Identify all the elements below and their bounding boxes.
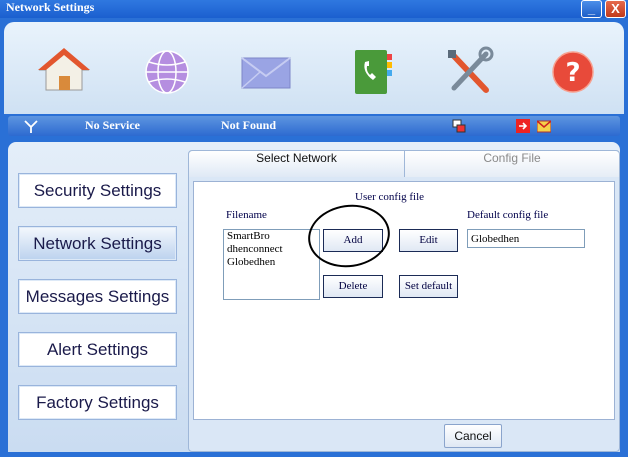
- sidebar-item-network[interactable]: Network Settings: [18, 226, 177, 261]
- set-default-button[interactable]: Set default: [399, 275, 458, 298]
- sidebar-item-messages[interactable]: Messages Settings: [18, 279, 177, 314]
- sidebar-item-security[interactable]: Security Settings: [18, 173, 177, 208]
- default-config-field[interactable]: Globedhen: [467, 229, 585, 248]
- config-file-list[interactable]: SmartBro dhenconnect Globedhen: [223, 229, 320, 300]
- settings-content: Security Settings Network Settings Messa…: [8, 142, 620, 452]
- network-status-text: Not Found: [221, 118, 277, 132]
- signal-status-text: No Service: [85, 118, 140, 132]
- config-file-box: User config file Filename SmartBro dhenc…: [193, 181, 615, 420]
- cancel-button[interactable]: Cancel: [444, 424, 502, 448]
- tab-select-network[interactable]: Select Network: [189, 151, 405, 177]
- delete-button[interactable]: Delete: [323, 275, 383, 298]
- toolbar: ?: [4, 22, 624, 114]
- list-item[interactable]: SmartBro: [224, 230, 319, 243]
- help-icon[interactable]: ?: [543, 44, 603, 100]
- internet-globe-icon[interactable]: [137, 44, 197, 100]
- sms-envelope-icon: [536, 119, 552, 138]
- connection-icon: [452, 119, 466, 138]
- sidebar-item-alert[interactable]: Alert Settings: [18, 332, 177, 367]
- tab-config-file[interactable]: Config File: [405, 151, 619, 177]
- signal-antenna-icon: [24, 119, 38, 138]
- filename-label: Filename: [226, 209, 267, 221]
- status-bar: No Service Not Found: [8, 116, 620, 136]
- edit-button[interactable]: Edit: [399, 229, 458, 252]
- list-item[interactable]: dhenconnect: [224, 243, 319, 256]
- phonebook-icon[interactable]: [343, 44, 403, 100]
- minimize-button[interactable]: _: [581, 0, 602, 18]
- messages-envelope-icon[interactable]: [236, 44, 296, 100]
- sidebar-item-factory[interactable]: Factory Settings: [18, 385, 177, 420]
- home-icon[interactable]: [34, 44, 94, 100]
- settings-tools-icon[interactable]: [440, 44, 500, 100]
- network-settings-panel: Select Network Config File User config f…: [188, 150, 620, 452]
- list-item[interactable]: Globedhen: [224, 256, 319, 269]
- title-bar: Network Settings _ X: [0, 0, 628, 18]
- svg-text:?: ?: [565, 58, 580, 88]
- user-config-heading: User config file: [355, 191, 425, 203]
- exit-icon: [516, 119, 530, 138]
- close-button[interactable]: X: [605, 0, 626, 18]
- window-title: Network Settings: [6, 0, 95, 14]
- default-config-label: Default config file: [467, 209, 549, 221]
